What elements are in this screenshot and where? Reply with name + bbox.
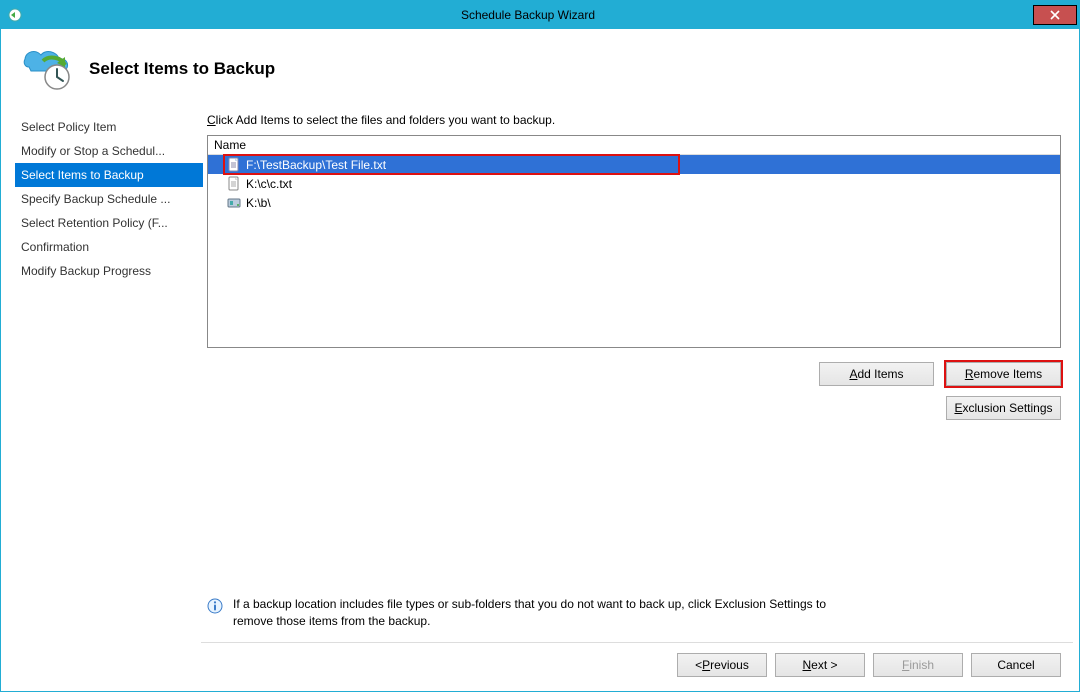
titlebar-title: Schedule Backup Wizard [23, 8, 1033, 22]
step-sidebar: Select Policy Item Modify or Stop a Sche… [15, 113, 203, 630]
info-icon [207, 598, 223, 614]
list-row[interactable]: K:\b\ [208, 193, 1060, 212]
app-icon [7, 7, 23, 23]
spacer [207, 420, 1061, 584]
list-header-name[interactable]: Name [208, 136, 1060, 155]
step-modify-stop-scheduled[interactable]: Modify or Stop a Schedul... [15, 139, 203, 163]
step-confirmation[interactable]: Confirmation [15, 235, 203, 259]
step-modify-backup-progress[interactable]: Modify Backup Progress [15, 259, 203, 283]
step-select-items-to-backup[interactable]: Select Items to Backup [15, 163, 203, 187]
list-row[interactable]: F:\TestBackup\Test File.txt [208, 155, 1060, 174]
drive-icon [226, 195, 242, 211]
action-row-2: Exclusion Settings [207, 396, 1061, 420]
add-items-button[interactable]: Add Items [819, 362, 934, 386]
instruction-text: Click Add Items to select the files and … [207, 113, 1061, 127]
previous-button[interactable]: < Previous [677, 653, 767, 677]
file-icon [226, 157, 242, 173]
titlebar: Schedule Backup Wizard [1, 1, 1079, 29]
close-icon [1050, 10, 1060, 20]
list-row-text: K:\b\ [246, 196, 271, 210]
items-listbox[interactable]: Name F:\TestBackup\Test File.txt K:\c\c.… [207, 135, 1061, 348]
wizard-header: Select Items to Backup [1, 29, 1079, 113]
main-pane: Click Add Items to select the files and … [203, 113, 1069, 630]
cancel-button[interactable]: Cancel [971, 653, 1061, 677]
step-specify-backup-schedule[interactable]: Specify Backup Schedule ... [15, 187, 203, 211]
exclusion-settings-button[interactable]: Exclusion Settings [946, 396, 1061, 420]
close-button[interactable] [1033, 5, 1077, 25]
wizard-window: Schedule Backup Wizard Select Items to B… [0, 0, 1080, 692]
wizard-nav: < Previous Next > Finish Cancel [201, 642, 1073, 691]
wizard-body: Select Policy Item Modify or Stop a Sche… [1, 113, 1079, 630]
action-row: Add Items Remove Items [207, 362, 1061, 386]
info-text: If a backup location includes file types… [233, 596, 841, 630]
list-row[interactable]: K:\c\c.txt [208, 174, 1060, 193]
page-title: Select Items to Backup [89, 59, 275, 79]
step-select-policy-item[interactable]: Select Policy Item [15, 115, 203, 139]
header-icon [21, 43, 73, 95]
finish-button: Finish [873, 653, 963, 677]
next-button[interactable]: Next > [775, 653, 865, 677]
list-row-text: F:\TestBackup\Test File.txt [246, 158, 386, 172]
list-row-text: K:\c\c.txt [246, 177, 292, 191]
info-row: If a backup location includes file types… [207, 596, 1061, 630]
file-icon [226, 176, 242, 192]
step-select-retention-policy[interactable]: Select Retention Policy (F... [15, 211, 203, 235]
remove-items-button[interactable]: Remove Items [946, 362, 1061, 386]
